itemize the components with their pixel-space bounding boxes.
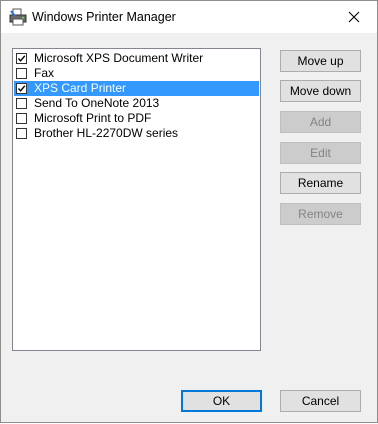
printer-checkbox[interactable] [16, 53, 27, 64]
printer-name: Fax [34, 66, 55, 80]
add-button[interactable]: Add [280, 111, 361, 133]
printer-name: Brother HL-2270DW series [34, 126, 179, 140]
edit-button[interactable]: Edit [280, 142, 361, 164]
printer-checkbox[interactable] [16, 128, 27, 139]
close-button[interactable] [331, 1, 377, 33]
printer-icon [9, 8, 27, 26]
check-icon [17, 55, 26, 62]
printer-name: Microsoft XPS Document Writer [34, 51, 204, 65]
printer-list[interactable]: Microsoft XPS Document Writer Fax XPS Ca… [12, 48, 261, 351]
printer-list-item[interactable]: Send To OneNote 2013 [14, 96, 259, 111]
check-icon [17, 85, 26, 92]
printer-manager-dialog: Windows Printer Manager Microsoft XPS Do… [0, 0, 378, 423]
close-icon [348, 11, 360, 23]
printer-checkbox[interactable] [16, 83, 27, 94]
rename-button[interactable]: Rename [280, 172, 361, 194]
title-bar[interactable]: Windows Printer Manager [1, 1, 377, 33]
cancel-button[interactable]: Cancel [280, 390, 361, 412]
printer-list-item[interactable]: Brother HL-2270DW series [14, 126, 259, 141]
printer-list-item-selected[interactable]: XPS Card Printer [14, 81, 259, 96]
printer-checkbox[interactable] [16, 113, 27, 124]
printer-checkbox[interactable] [16, 98, 27, 109]
window-title: Windows Printer Manager [32, 10, 176, 24]
ok-button[interactable]: OK [181, 390, 262, 412]
printer-name: XPS Card Printer [34, 81, 127, 95]
remove-button[interactable]: Remove [280, 203, 361, 225]
printer-list-item[interactable]: Microsoft XPS Document Writer [14, 51, 259, 66]
printer-name: Send To OneNote 2013 [34, 96, 160, 110]
printer-list-item[interactable]: Fax [14, 66, 259, 81]
move-down-button[interactable]: Move down [280, 80, 361, 102]
printer-name: Microsoft Print to PDF [34, 111, 152, 125]
move-up-button[interactable]: Move up [280, 50, 361, 72]
printer-checkbox[interactable] [16, 68, 27, 79]
printer-list-item[interactable]: Microsoft Print to PDF [14, 111, 259, 126]
